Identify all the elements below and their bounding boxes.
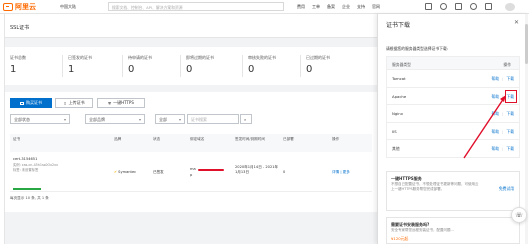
nav-tickets[interactable]: 工单: [312, 4, 320, 10]
status-progress: [13, 188, 41, 190]
logo-icon: [3, 2, 13, 11]
download-link[interactable]: 下载: [506, 76, 514, 82]
free-trial-link[interactable]: 免费试用: [499, 186, 514, 192]
annotation-arrow: [463, 95, 506, 159]
notification-icon[interactable]: [440, 3, 447, 10]
nav-billing[interactable]: 费用: [297, 4, 305, 10]
one-click-https-button[interactable]: ⛨ 一键HTTPS: [97, 98, 145, 108]
cert-tags: 标签: 未设置标签: [13, 168, 39, 172]
bound-domain: ma: [190, 167, 196, 171]
cart-icon: [20, 101, 24, 105]
divider: [122, 55, 123, 77]
deployed-count: 0: [283, 170, 286, 174]
nav-enterprise[interactable]: 企业: [342, 4, 350, 10]
stat-issued[interactable]: 已签发的证书 1: [68, 55, 92, 75]
pagination: 每页显示 10 条, 共 1 条: [10, 196, 49, 200]
close-icon[interactable]: ✕: [514, 19, 519, 26]
cart-icon[interactable]: [455, 3, 462, 10]
certificate-list: 购买证书 ⇧ 上传证书 ⛨ 一键HTTPS 全部状态 ▾ 全部品牌 ▾ 全部 ▾…: [5, 92, 377, 212]
upload-icon: ⇧: [63, 100, 67, 106]
one-click-https-card: 一键HTTPS服务 不想自己配置证书，不想处理证书更新等问题，可使用云上一键HT…: [386, 171, 520, 211]
stat-failed[interactable]: 审核失败的证书 0: [248, 55, 276, 75]
divider: [242, 55, 243, 77]
table-header: 证书 品牌 状态 绑定域名 签发时间/到期时间 已部署 操作: [10, 134, 372, 152]
chevron-down-icon: ▾: [63, 117, 66, 122]
shield-icon: ⛨: [108, 100, 112, 106]
drawer-intro: 请根据您的服务器类型选择证书下载:: [386, 46, 449, 51]
avatar[interactable]: [505, 3, 515, 11]
status-badge: 已签发: [153, 170, 164, 174]
cert-name[interactable]: cert-3154651: [13, 157, 37, 162]
install-service-card: 需要证书安装服务吗? 安全专家帮您远程安装证书，配置问题... ¥120元起: [386, 217, 520, 244]
chevron-down-icon: ▾: [138, 117, 141, 122]
top-bar: 阿里云 中国大陆 搜索文档、控制台、API、解决方案和资源 费用 工单 备案 企…: [0, 0, 529, 14]
help-icon[interactable]: [470, 3, 477, 10]
server-row-tomcat: Tomcat 帮助 | 下载: [386, 70, 520, 88]
search-icon: ⌕: [244, 117, 247, 122]
certificate-search-input[interactable]: 证书搜索: [187, 114, 239, 124]
stat-pending[interactable]: 待申请的证书 0: [128, 55, 152, 75]
page-title: SSL证书: [10, 25, 30, 31]
region-selector[interactable]: 中国大陆: [60, 4, 76, 10]
chat-icon: ☏: [515, 211, 523, 219]
status-filter-select[interactable]: 全部状态 ▾: [10, 114, 70, 124]
search-type-select[interactable]: 全部 ▾: [155, 114, 185, 124]
upload-certificate-button[interactable]: ⇧ 上传证书: [55, 98, 93, 108]
buy-certificate-button[interactable]: 购买证书: [10, 98, 52, 108]
brand-name: 阿里云: [15, 2, 36, 11]
check-icon: ✔: [114, 170, 118, 174]
nav-icp[interactable]: 备案: [327, 4, 335, 10]
stat-expiring[interactable]: 即将过期的证书 0: [186, 55, 214, 75]
table-row: cert-3154651 实例: cas-cn-45h1ss0Ox2xx 标签:…: [10, 152, 372, 192]
global-search-input[interactable]: 搜索文档、控制台、API、解决方案和资源: [108, 2, 284, 11]
stat-total[interactable]: 证书总数 1: [10, 55, 26, 75]
brand-filter-select[interactable]: 全部品牌 ▾: [85, 114, 145, 124]
price-label: ¥120元起: [391, 236, 409, 241]
cert-dates: 2020年1月14日 - 2021年1月13日: [235, 165, 279, 174]
help-link[interactable]: 帮助: [492, 76, 500, 82]
nav-website[interactable]: 官网: [372, 4, 380, 10]
terminal-icon[interactable]: [425, 3, 432, 10]
top-nav: 费用 工单 备案 企业 支持 官网: [297, 4, 380, 10]
nav-support[interactable]: 支持: [357, 4, 365, 10]
page-header: SSL证书: [5, 14, 377, 38]
divider: [180, 55, 181, 77]
chevron-down-icon: ▾: [178, 117, 181, 122]
divider: [300, 55, 301, 77]
language-icon[interactable]: [485, 3, 492, 10]
certificate-stats: 证书总数 1 已签发的证书 1 待申请的证书 0 即将过期的证书 0 审核失败的…: [5, 47, 377, 85]
search-button[interactable]: ⌕: [240, 114, 252, 124]
brand-logo-symantec: ✔ Symantec: [114, 170, 137, 174]
stat-expired[interactable]: 已过期的证书 0: [306, 55, 330, 75]
server-table-header: 服务器类型 操作: [386, 56, 520, 70]
brand-logo[interactable]: 阿里云: [3, 2, 36, 11]
drawer-title: 证书下载: [386, 22, 411, 29]
chat-support-button[interactable]: ☏: [511, 207, 527, 223]
divider: [62, 55, 63, 77]
redaction-mark: [198, 169, 224, 171]
bound-domain-2: p: [190, 173, 193, 177]
row-actions[interactable]: 详情 | 更多: [332, 170, 350, 175]
